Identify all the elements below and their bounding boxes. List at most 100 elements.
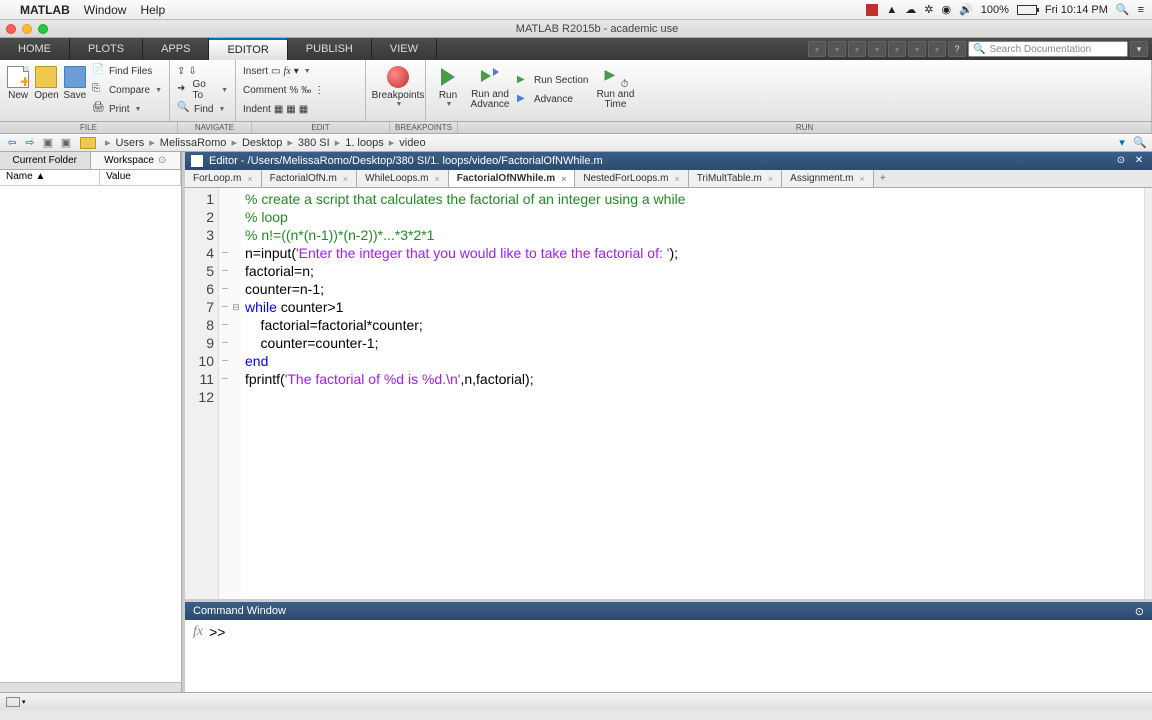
- cmdwin-menu-button[interactable]: ⊙: [1135, 605, 1144, 618]
- tab-home[interactable]: HOME: [0, 38, 70, 60]
- close-tab-icon[interactable]: ×: [674, 174, 679, 184]
- doc-search[interactable]: 🔍 Search Documentation: [968, 41, 1128, 57]
- path-dropdown[interactable]: ▾: [1114, 136, 1130, 150]
- workspace-tab[interactable]: Workspace ⊙: [91, 152, 182, 169]
- save-button[interactable]: Save: [61, 62, 89, 118]
- increase-indent-button[interactable]: ▦: [286, 104, 295, 115]
- find-button[interactable]: 🔍Find▼: [174, 100, 231, 118]
- run-section-button[interactable]: ▶Run Section: [514, 72, 591, 90]
- close-tab-icon[interactable]: ×: [343, 174, 348, 184]
- volume-icon[interactable]: 🔊: [959, 3, 973, 16]
- insert-section-button[interactable]: ▭: [271, 66, 280, 77]
- panel-scrollbar[interactable]: [0, 682, 181, 692]
- compare-button[interactable]: ⎘Compare▼: [89, 81, 165, 99]
- qat-button[interactable]: ▫: [808, 41, 826, 57]
- qat-button[interactable]: ▫: [848, 41, 866, 57]
- qat-button[interactable]: ▫: [828, 41, 846, 57]
- find-files-button[interactable]: 📄Find Files: [89, 62, 165, 80]
- current-folder-tab[interactable]: Current Folder: [0, 152, 91, 169]
- zoom-button[interactable]: [38, 24, 48, 34]
- breadcrumb[interactable]: Users: [116, 137, 145, 149]
- new-button[interactable]: ✚ New: [4, 62, 32, 118]
- tab-plots[interactable]: PLOTS: [70, 38, 143, 60]
- nav-arrows[interactable]: ⇪ ⇩: [174, 62, 231, 80]
- close-tab-icon[interactable]: ×: [860, 174, 865, 184]
- app-menu[interactable]: MATLAB: [20, 3, 70, 17]
- close-button[interactable]: [6, 24, 16, 34]
- qat-button[interactable]: ▫: [868, 41, 886, 57]
- print-button[interactable]: 🖨Print▼: [89, 100, 165, 118]
- run-advance-button[interactable]: Run and Advance: [466, 62, 514, 118]
- tab-apps[interactable]: APPS: [143, 38, 209, 60]
- comment-button[interactable]: %: [289, 85, 298, 96]
- run-button[interactable]: Run ▼: [430, 62, 466, 118]
- menubar-icon[interactable]: ✲: [924, 3, 933, 16]
- file-tab[interactable]: Assignment.m×: [782, 170, 874, 187]
- workspace-body[interactable]: [0, 186, 181, 682]
- up-button[interactable]: ▣: [40, 136, 56, 150]
- spotlight-icon[interactable]: 🔍: [1116, 3, 1130, 16]
- file-tab[interactable]: TriMultTable.m×: [689, 170, 782, 187]
- window-menu[interactable]: Window: [84, 3, 127, 17]
- run-time-button[interactable]: ▶⏱ Run and Time: [591, 62, 639, 118]
- breadcrumb[interactable]: 1. loops: [345, 137, 384, 149]
- breakpoints-button[interactable]: Breakpoints ▼: [370, 62, 426, 108]
- wifi-icon[interactable]: ◉: [941, 3, 951, 16]
- breadcrumb[interactable]: Desktop: [242, 137, 282, 149]
- minimize-button[interactable]: [22, 24, 32, 34]
- goto-button[interactable]: ➜Go To▼: [174, 81, 231, 99]
- code-content[interactable]: % create a script that calculates the fa…: [241, 188, 1144, 599]
- notification-icon[interactable]: ≡: [1138, 4, 1144, 16]
- menubar-icon[interactable]: [866, 4, 878, 16]
- breadcrumb[interactable]: 380 SI: [298, 137, 330, 149]
- message-bar[interactable]: [1144, 188, 1152, 599]
- breadcrumb[interactable]: video: [399, 137, 425, 149]
- close-tab-icon[interactable]: ×: [561, 174, 566, 184]
- status-dropdown[interactable]: ▾: [22, 698, 26, 706]
- qat-button[interactable]: ▫: [908, 41, 926, 57]
- clock[interactable]: Fri 10:14 PM: [1045, 4, 1108, 16]
- panel-menu-icon[interactable]: ⊙: [158, 155, 166, 166]
- file-tab[interactable]: FactorialOfN.m×: [262, 170, 358, 187]
- insert-fx-button[interactable]: fx: [283, 66, 290, 77]
- uncomment-button[interactable]: ‰: [301, 85, 311, 96]
- command-window[interactable]: fx >>: [185, 620, 1152, 692]
- qat-button[interactable]: ▫: [888, 41, 906, 57]
- advance-button[interactable]: ▶Advance: [514, 91, 591, 109]
- file-tab[interactable]: WhileLoops.m×: [357, 170, 449, 187]
- insert-more-button[interactable]: ▾: [294, 66, 299, 77]
- close-tab-icon[interactable]: ×: [434, 174, 439, 184]
- code-editor[interactable]: 123456789101112 –––––––– ⊟ % create a sc…: [185, 188, 1152, 599]
- decrease-indent-button[interactable]: ▦: [299, 104, 308, 115]
- help-button[interactable]: ?: [948, 41, 966, 57]
- breadcrumb[interactable]: MelissaRomo: [160, 137, 227, 149]
- file-tab[interactable]: NestedForLoops.m×: [575, 170, 688, 187]
- smart-indent-button[interactable]: ▦: [274, 104, 283, 115]
- battery-icon[interactable]: [1017, 5, 1037, 15]
- close-tab-icon[interactable]: ×: [247, 174, 252, 184]
- close-tab-icon[interactable]: ×: [768, 174, 773, 184]
- minimize-ribbon-button[interactable]: ▾: [1130, 41, 1148, 57]
- editor-dock-button[interactable]: ⊙: [1114, 155, 1128, 167]
- path-search-icon[interactable]: 🔍: [1132, 136, 1148, 150]
- menubar-icon[interactable]: ▲: [886, 4, 897, 16]
- col-name[interactable]: Name ▲: [0, 170, 100, 185]
- tab-editor[interactable]: EDITOR: [209, 38, 287, 60]
- forward-button[interactable]: ⇨: [22, 136, 38, 150]
- file-tab[interactable]: ForLoop.m×: [185, 170, 262, 187]
- help-menu[interactable]: Help: [140, 3, 165, 17]
- new-tab-button[interactable]: +: [874, 170, 892, 187]
- open-button[interactable]: Open: [32, 62, 60, 118]
- tab-view[interactable]: VIEW: [372, 38, 437, 60]
- qat-button[interactable]: ▫: [928, 41, 946, 57]
- menubar-icon[interactable]: ☁: [905, 3, 916, 16]
- wrap-comment-button[interactable]: ⋮: [314, 85, 324, 96]
- browse-button[interactable]: ▣: [58, 136, 74, 150]
- col-value[interactable]: Value: [100, 170, 181, 185]
- back-button[interactable]: ⇦: [4, 136, 20, 150]
- fold-gutter[interactable]: ⊟: [231, 188, 241, 599]
- fx-icon[interactable]: fx: [193, 624, 203, 640]
- editor-close-button[interactable]: ✕: [1132, 155, 1146, 167]
- tab-publish[interactable]: PUBLISH: [288, 38, 372, 60]
- file-tab[interactable]: FactorialOfNWhile.m×: [449, 170, 576, 187]
